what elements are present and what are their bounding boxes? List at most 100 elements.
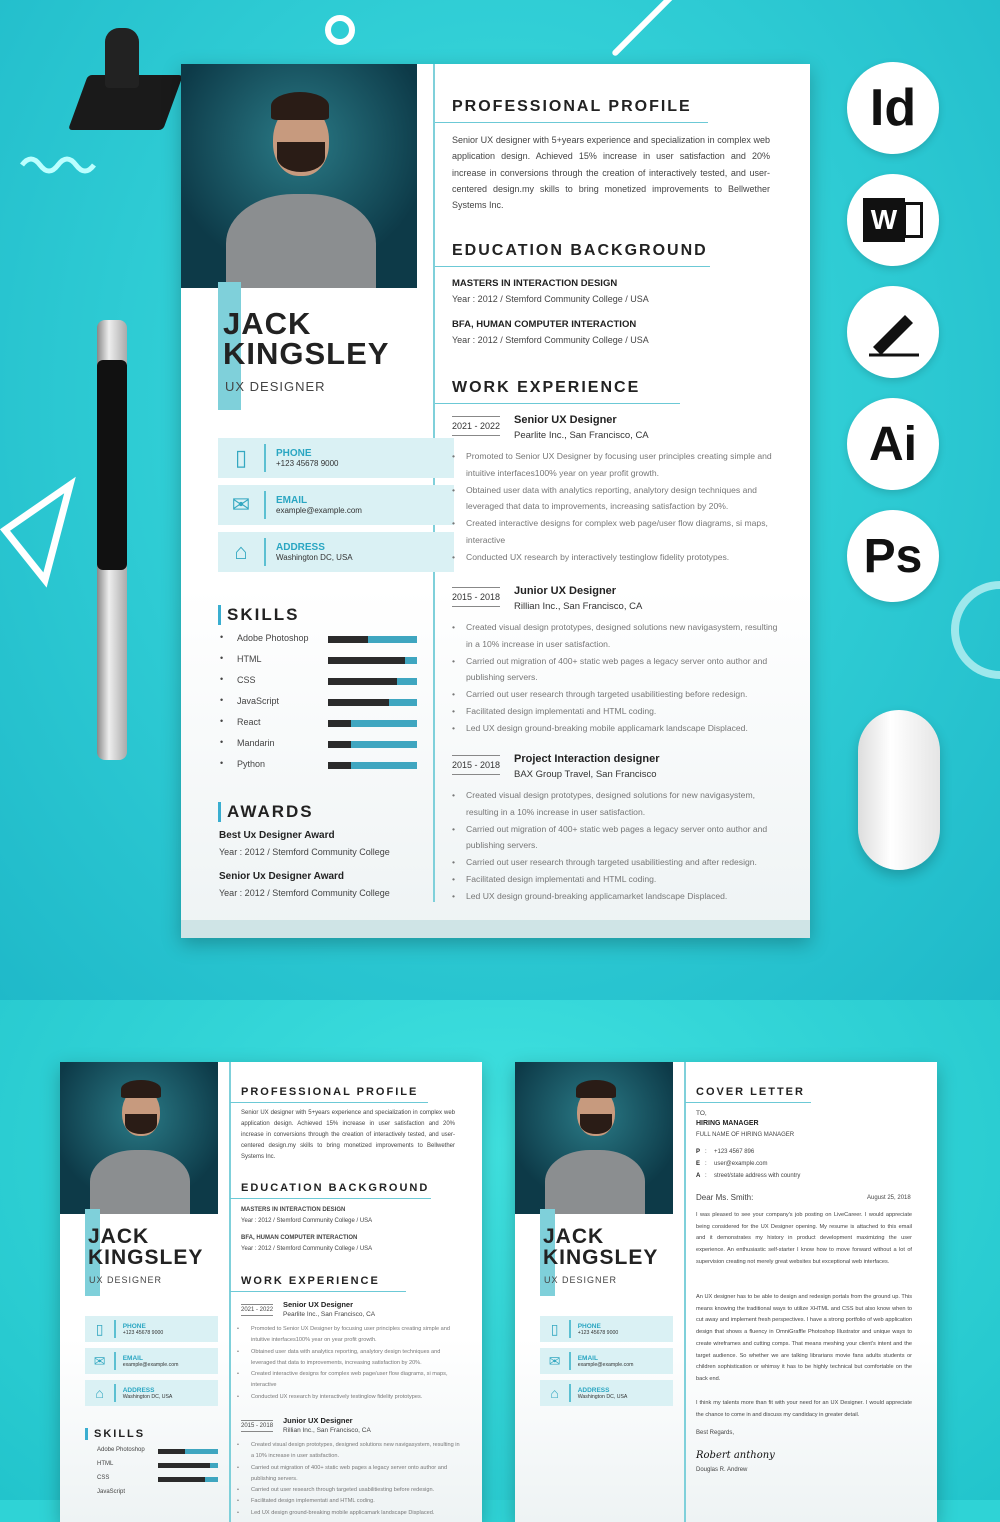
contact-key: P [696,1149,701,1155]
job-bullet: Carried out migration of 400+ static web… [452,821,778,855]
skill-level-bar [158,1477,218,1482]
cover-letter: JACK KINGSLEY UX DESIGNER COVER LETTER T… [515,1062,937,1522]
job-bullet: Created interactive designs for complex … [237,1369,463,1392]
skill-name: CSS [237,675,256,685]
stamp-handle [105,28,139,88]
phone-icon: ▯ [85,1319,117,1339]
job-bullet: Facilitated design implementati and HTML… [237,1496,463,1508]
job-bullets: Created visual design prototypes, design… [452,619,778,737]
skill-name: React [237,717,261,727]
skills-heading: SKILLS [85,1428,145,1440]
job-role: Senior UX Designer [514,414,617,426]
first-name: JACK [223,306,312,341]
contact-address: ⌂ ADDRESS Washington DC, USA [218,532,454,572]
cover-letter-heading: COVER LETTER [685,1086,811,1103]
contact-email: ✉ EMAIL example@example.com [540,1348,673,1374]
salutation: Dear Ms. Smith: [696,1193,754,1202]
job-bullet: Conducted UX research by interactively t… [237,1392,463,1404]
profile-photo [60,1062,218,1214]
contact-value: +123 4567 896 [714,1149,755,1155]
contact-phone: ▯ PHONE +123 45678 9000 [218,438,454,478]
contact-value: example@example.com [577,1361,634,1368]
email-icon: ✉ [85,1351,117,1371]
contact-text: PHONE +123 45678 9000 [571,1322,619,1336]
home-icon: ⌂ [85,1383,117,1403]
skill-bullet: • [220,632,224,642]
job-bullet: Carried out migration of 400+ static web… [237,1463,463,1486]
job-company: Rillian Inc., San Francisco, CA [514,601,643,612]
first-name: JACK [88,1225,150,1248]
skill-level-bar [328,762,417,769]
contact-label: ADDRESS [122,1386,155,1394]
job-bullets: Promoted to Senior UX Designer by focusi… [452,448,778,566]
skill-bullet: • [220,716,224,726]
pen-cap [97,360,127,570]
skill-level-bar [328,678,417,685]
work-heading: WORK EXPERIENCE [435,379,681,404]
first-name: JACK [543,1225,605,1248]
letter-paragraph: An UX designer has to be able to design … [696,1294,912,1382]
degree: BFA, HUMAN COMPUTER INTERACTION [452,319,637,330]
phone-icon: ▯ [540,1319,572,1339]
contact-label: ADDRESS [577,1386,610,1394]
job-title: UX DESIGNER [89,1275,163,1285]
contact-text: ADDRESS Washington DC, USA [116,1386,173,1400]
closing: Best Regards, [696,1430,735,1436]
skill-level-fill [328,657,405,664]
signature: Robert anthony [696,1450,775,1461]
contact-label: EMAIL [276,495,308,506]
phone-icon: ▯ [218,444,266,472]
skill-level-fill [328,636,369,643]
job-dates: 2021 - 2022 [452,416,501,436]
contact-text: PHONE +123 45678 9000 [266,448,339,468]
contact-value: Washington DC, USA [122,1393,173,1400]
skill-name: JavaScript [97,1489,126,1495]
job-bullet: Created interactive designs for complex … [452,515,778,549]
contact-value: user@example.com [714,1161,768,1167]
education-heading: EDUCATION BACKGROUND [230,1182,432,1199]
job-bullet: Facilitated design implementati and HTML… [452,871,778,888]
awards-heading: AWARDS [218,802,314,822]
work-heading: WORK EXPERIENCE [230,1275,406,1292]
letter-paragraph: I think my talents more than fit with yo… [696,1400,912,1418]
skills-heading: SKILLS [218,605,299,625]
job-bullet: Promoted to Senior UX Designer by focusi… [237,1324,463,1347]
profile-text: Senior UX designer with 5+years experien… [452,135,770,211]
job-bullet: Obtained user data with analytics report… [237,1347,463,1370]
contact-text: EMAIL example@example.com [266,495,362,515]
job-role: Junior UX Designer [283,1416,353,1425]
column-divider [433,64,435,902]
contact-value: +123 45678 9000 [276,459,339,468]
home-icon: ⌂ [540,1383,572,1403]
resume-preview: JACK KINGSLEY UX DESIGNER PROFESSIONAL P… [60,1062,482,1522]
award-name: Senior Ux Designer Award [219,871,345,882]
contact-text: EMAIL example@example.com [116,1354,179,1368]
degree: MASTERS IN INTERACTION DESIGN [241,1207,346,1213]
degree-detail: Year : 2012 / Stemford Community College… [241,1246,373,1252]
contact-label: EMAIL [122,1354,143,1362]
email-icon: ✉ [218,491,266,519]
job-company: Rillian Inc., San Francisco, CA [283,1427,371,1434]
last-name: KINGSLEY [543,1246,659,1269]
resume-main: JACK KINGSLEY UX DESIGNER SKILLS AWARDS … [181,64,810,938]
contact-key: A [696,1173,701,1179]
contact-label: PHONE [577,1322,601,1330]
job-role: Senior UX Designer [283,1300,354,1309]
profile-photo [181,64,417,288]
contact-sep: : [705,1173,707,1179]
signer-name: Douglas R. Andrew [696,1467,748,1473]
contact-value: Washington DC, USA [276,553,353,562]
illustrator-icon: Ai [847,398,939,490]
job-bullets: Created visual design prototypes, design… [237,1440,463,1519]
job-dates: 2015 - 2018 [452,755,501,775]
degree: BFA, HUMAN COMPUTER INTERACTION [241,1235,358,1241]
job-bullets: Created visual design prototypes, design… [452,787,778,905]
skill-name: HTML [97,1461,114,1467]
skill-level-fill [328,720,352,727]
profile-heading: PROFESSIONAL PROFILE [435,98,708,123]
contact-text: ADDRESS Washington DC, USA [571,1386,628,1400]
skill-bullet: • [220,758,224,768]
award-name: Best Ux Designer Award [219,830,335,841]
profile-text: Senior UX designer with 5+years experien… [241,1110,455,1160]
arc-decor-icon [951,581,1000,679]
